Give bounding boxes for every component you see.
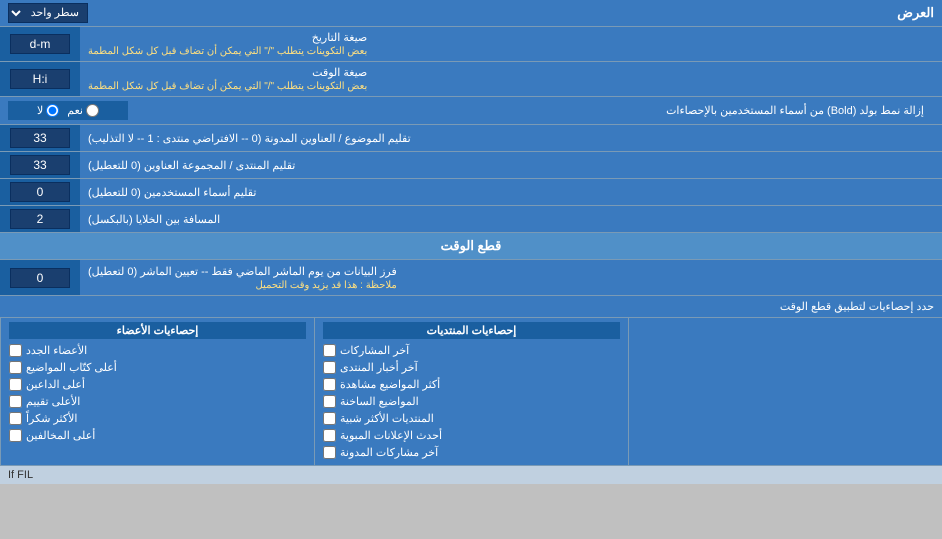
bold-remove-options: نعم لا bbox=[8, 101, 128, 120]
user-names-row: تقليم أسماء المستخدمين (0 للتعطيل) 0 bbox=[0, 179, 942, 206]
time-format-row: صيغة الوقت بعض التكوينات يتطلب "/" التي … bbox=[0, 62, 942, 97]
bottom-note-row: If FIL bbox=[0, 466, 942, 484]
forum-stat-6-checkbox[interactable] bbox=[323, 429, 336, 442]
forum-stat-7: آخر مشاركات المدونة bbox=[323, 444, 620, 461]
member-stat-3: أعلى الداعين bbox=[9, 376, 306, 393]
stats-columns: إحصاءيات المنتديات آخر المشاركات آخر أخب… bbox=[0, 318, 942, 466]
user-names-input-wrapper: 0 bbox=[0, 179, 80, 205]
forum-stat-2: آخر أخبار المنتدى bbox=[323, 359, 620, 376]
topic-titles-label: تقليم الموضوع / العناوين المدونة (0 -- ا… bbox=[80, 125, 942, 151]
member-stat-1-checkbox[interactable] bbox=[9, 344, 22, 357]
forum-stat-4-checkbox[interactable] bbox=[323, 395, 336, 408]
date-format-label: صيغة التاريخ بعض التكوينات يتطلب "/" الت… bbox=[80, 27, 942, 61]
user-names-label: تقليم أسماء المستخدمين (0 للتعطيل) bbox=[80, 179, 942, 205]
member-stat-3-checkbox[interactable] bbox=[9, 378, 22, 391]
forum-stat-1-checkbox[interactable] bbox=[323, 344, 336, 357]
member-stats-col: إحصاءيات الأعضاء الأعضاء الجدد أعلى كتّا… bbox=[0, 318, 314, 465]
bold-no-label[interactable]: لا bbox=[37, 104, 59, 117]
forum-stat-5: المنتديات الأكثر شبية bbox=[323, 410, 620, 427]
user-names-input[interactable]: 0 bbox=[10, 182, 70, 202]
cell-gap-input[interactable]: 2 bbox=[10, 209, 70, 229]
member-stat-6: أعلى المخالفين bbox=[9, 427, 306, 444]
forum-stat-7-checkbox[interactable] bbox=[323, 446, 336, 459]
forum-stat-4: المواضيع الساخنة bbox=[323, 393, 620, 410]
forum-stats-col: إحصاءيات المنتديات آخر المشاركات آخر أخب… bbox=[314, 318, 628, 465]
forum-stat-6: أحدث الإعلانات المبوية bbox=[323, 427, 620, 444]
stats-label-text: حدد إحصاءيات لتطبيق قطع الوقت bbox=[780, 301, 934, 313]
cutoff-input[interactable]: 0 bbox=[10, 268, 70, 288]
display-mode-dropdown[interactable]: سطر واحد سطرين ثلاثة أسطر bbox=[8, 3, 88, 23]
bold-no-radio[interactable] bbox=[46, 104, 59, 117]
member-stats-title: إحصاءيات الأعضاء bbox=[9, 322, 306, 339]
forum-stat-3: أكثر المواضيع مشاهدة bbox=[323, 376, 620, 393]
forum-titles-row: تقليم المنتدى / المجموعة العناوين (0 للت… bbox=[0, 152, 942, 179]
forum-stat-5-checkbox[interactable] bbox=[323, 412, 336, 425]
bold-remove-label: إزالة نمط بولد (Bold) من أسماء المستخدمي… bbox=[128, 104, 934, 117]
cutoff-label: فرز البيانات من يوم الماشر الماضي فقط --… bbox=[80, 260, 942, 295]
time-format-label: صيغة الوقت بعض التكوينات يتطلب "/" التي … bbox=[80, 62, 942, 96]
date-format-row: صيغة التاريخ بعض التكوينات يتطلب "/" الت… bbox=[0, 27, 942, 62]
forum-titles-input-wrapper: 33 bbox=[0, 152, 80, 178]
member-stat-4-checkbox[interactable] bbox=[9, 395, 22, 408]
time-format-input-wrapper: H:i bbox=[0, 62, 80, 96]
stats-label-row: حدد إحصاءيات لتطبيق قطع الوقت bbox=[0, 296, 942, 318]
time-format-input[interactable]: H:i bbox=[10, 69, 70, 89]
header-row: العرض سطر واحد سطرين ثلاثة أسطر bbox=[0, 0, 942, 27]
member-stat-2-checkbox[interactable] bbox=[9, 361, 22, 374]
bold-yes-radio[interactable] bbox=[86, 104, 99, 117]
forum-stats-title: إحصاءيات المنتديات bbox=[323, 322, 620, 339]
member-stat-4: الأعلى تقييم bbox=[9, 393, 306, 410]
bold-remove-row: إزالة نمط بولد (Bold) من أسماء المستخدمي… bbox=[0, 97, 942, 125]
member-stat-5: الأكثر شكراً bbox=[9, 410, 306, 427]
topic-titles-row: تقليم الموضوع / العناوين المدونة (0 -- ا… bbox=[0, 125, 942, 152]
forum-stat-1: آخر المشاركات bbox=[323, 342, 620, 359]
forum-stat-3-checkbox[interactable] bbox=[323, 378, 336, 391]
forum-titles-label: تقليم المنتدى / المجموعة العناوين (0 للت… bbox=[80, 152, 942, 178]
cutoff-input-wrapper: 0 bbox=[0, 260, 80, 295]
date-format-input[interactable]: d-m bbox=[10, 34, 70, 54]
bold-yes-label[interactable]: نعم bbox=[67, 104, 99, 117]
topic-titles-input-wrapper: 33 bbox=[0, 125, 80, 151]
forum-titles-input[interactable]: 33 bbox=[10, 155, 70, 175]
cutoff-section-header: قطع الوقت bbox=[0, 233, 942, 260]
member-stat-2: أعلى كتّاب المواضيع bbox=[9, 359, 306, 376]
stats-label-spacer bbox=[628, 318, 942, 465]
bottom-note-text: If FIL bbox=[8, 469, 33, 481]
topic-titles-input[interactable]: 33 bbox=[10, 128, 70, 148]
cell-gap-label: المسافة بين الخلايا (بالبكسل) bbox=[80, 206, 942, 232]
forum-stat-2-checkbox[interactable] bbox=[323, 361, 336, 374]
page-title: العرض bbox=[897, 5, 934, 21]
cell-gap-row: المسافة بين الخلايا (بالبكسل) 2 bbox=[0, 206, 942, 233]
member-stat-6-checkbox[interactable] bbox=[9, 429, 22, 442]
date-format-input-wrapper: d-m bbox=[0, 27, 80, 61]
member-stat-1: الأعضاء الجدد bbox=[9, 342, 306, 359]
cutoff-row: فرز البيانات من يوم الماشر الماضي فقط --… bbox=[0, 260, 942, 296]
member-stat-5-checkbox[interactable] bbox=[9, 412, 22, 425]
cell-gap-input-wrapper: 2 bbox=[0, 206, 80, 232]
